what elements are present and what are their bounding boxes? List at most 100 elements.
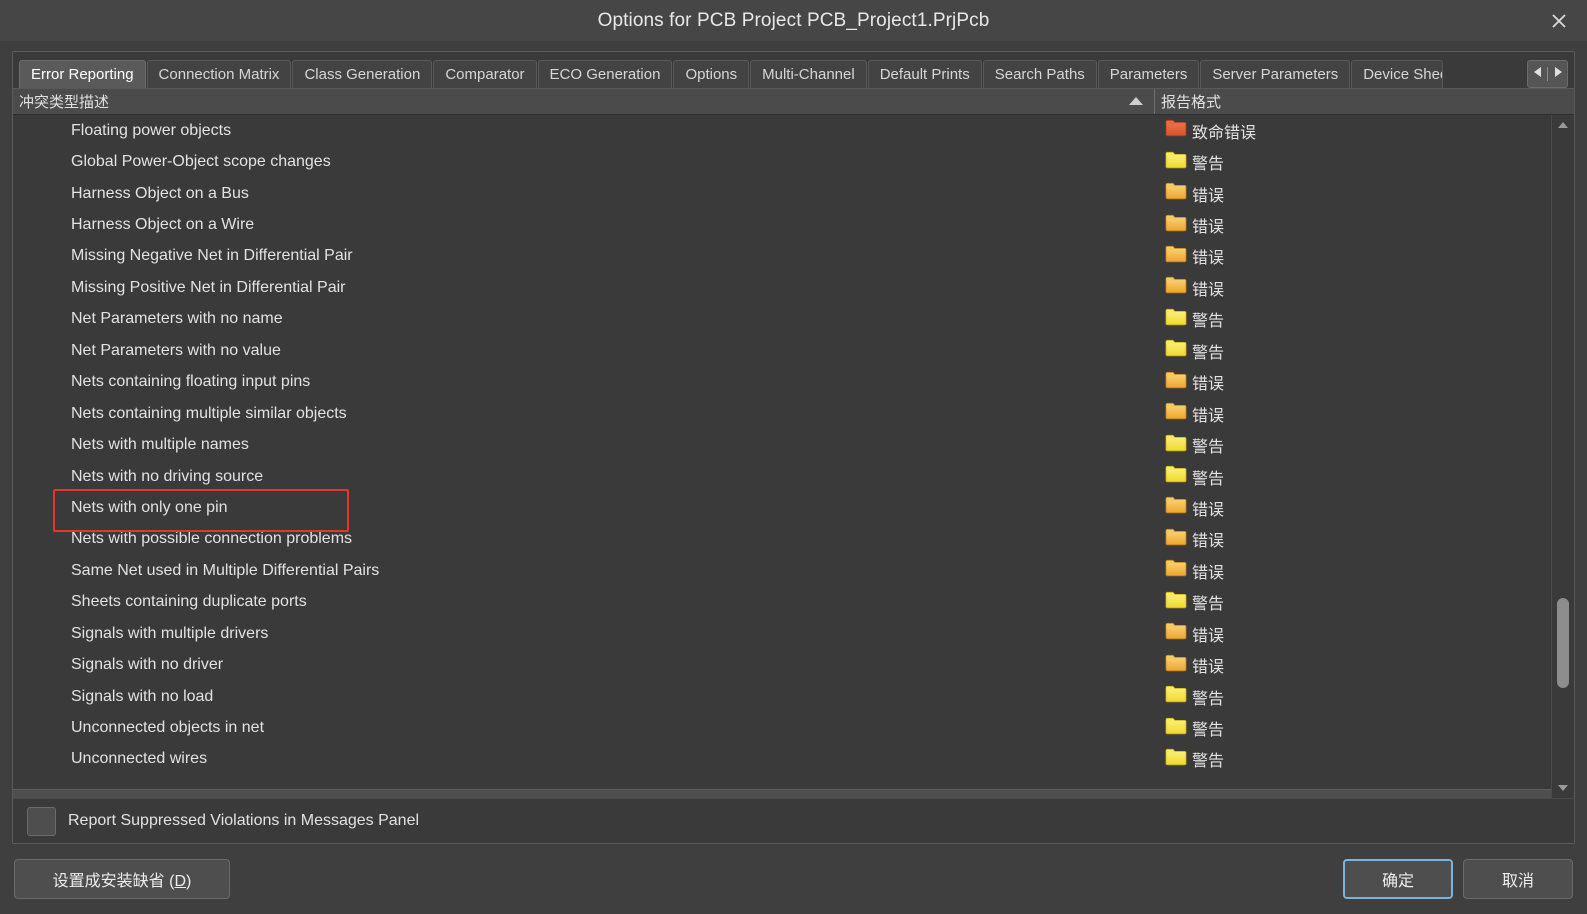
row-report-format-label: 警告 — [1192, 313, 1225, 331]
tab-scroll-left-button[interactable] — [1528, 61, 1547, 87]
tab-device-shee[interactable]: Device Shee — [1351, 60, 1444, 88]
grid-scroll-area: Floating power objects 致命错误 Global Power-O… — [13, 115, 1574, 798]
row-report-format-cell[interactable]: 错误 — [1155, 276, 1551, 300]
report-suppressed-violations-checkbox[interactable] — [27, 806, 56, 836]
row-violation-description: Missing Positive Net in Differential Pai… — [71, 278, 346, 296]
table-row[interactable]: Same Net used in Multiple Differential P… — [13, 555, 1551, 586]
ok-button[interactable]: 确定 — [1343, 859, 1453, 899]
table-row[interactable]: Nets with only one pin 错误 — [13, 492, 1551, 523]
row-violation-description: Harness Object on a Bus — [71, 184, 249, 202]
table-row[interactable]: Nets containing multiple similar objects… — [13, 398, 1551, 429]
folder-error-icon — [1165, 528, 1187, 551]
row-report-format-cell[interactable]: 错误 — [1155, 182, 1551, 206]
row-report-format-cell[interactable]: 错误 — [1155, 527, 1551, 551]
row-report-format-label: 错误 — [1192, 281, 1225, 299]
sort-ascending-icon — [1128, 93, 1144, 110]
row-report-format-cell[interactable]: 错误 — [1155, 244, 1551, 268]
row-violation-description: Unconnected wires — [71, 750, 208, 768]
row-report-format-label: 警告 — [1192, 753, 1225, 771]
table-row[interactable]: Signals with multiple drivers 错误 — [13, 618, 1551, 649]
table-row[interactable]: Nets with multiple names 警告 — [13, 429, 1551, 460]
tab-connection-matrix[interactable]: Connection Matrix — [146, 60, 292, 88]
dialog-action-buttons: 确定 取消 — [1343, 859, 1573, 899]
tab-search-paths[interactable]: Search Paths — [982, 60, 1097, 88]
table-row[interactable]: Floating power objects 致命错误 — [13, 115, 1551, 146]
folder-error-icon — [1165, 214, 1187, 237]
folder-warning-icon — [1165, 748, 1187, 771]
row-report-format-cell[interactable]: 错误 — [1155, 402, 1551, 426]
table-row[interactable]: Global Power-Object scope changes 警告 — [13, 146, 1551, 177]
row-violation-description: Signals with no load — [71, 687, 214, 705]
row-report-format-cell[interactable]: 警告 — [1155, 747, 1551, 771]
row-report-format-cell[interactable]: 致命错误 — [1155, 119, 1551, 143]
triangle-left-icon — [1533, 65, 1543, 83]
tab-scroll-right-button[interactable] — [1548, 61, 1567, 87]
table-row[interactable]: Missing Negative Net in Differential Pai… — [13, 241, 1551, 272]
table-row[interactable]: Missing Positive Net in Differential Pai… — [13, 272, 1551, 303]
row-report-format-cell[interactable]: 警告 — [1155, 716, 1551, 740]
table-row[interactable]: Signals with no driver 错误 — [13, 649, 1551, 680]
row-report-format-cell[interactable]: 错误 — [1155, 213, 1551, 237]
table-row[interactable]: Nets with possible connection problems 错误 — [13, 524, 1551, 555]
row-report-format-label: 错误 — [1192, 250, 1225, 268]
row-report-format-cell[interactable]: 错误 — [1155, 622, 1551, 646]
table-row[interactable]: Harness Object on a Bus 错误 — [13, 178, 1551, 209]
tab-parameters[interactable]: Parameters — [1097, 60, 1200, 88]
folder-warning-icon — [1165, 151, 1187, 174]
scrollbar-track[interactable] — [1552, 135, 1574, 778]
tab-multi-channel[interactable]: Multi-Channel — [750, 60, 867, 88]
folder-warning-icon — [1165, 717, 1187, 740]
row-violation-description: Same Net used in Multiple Differential P… — [71, 561, 380, 579]
vertical-scrollbar[interactable] — [1551, 115, 1574, 798]
table-row[interactable]: Harness Object on a Wire 错误 — [13, 209, 1551, 240]
row-report-format-cell[interactable]: 错误 — [1155, 370, 1551, 394]
row-report-format-cell[interactable]: 错误 — [1155, 559, 1551, 583]
tab-comparator[interactable]: Comparator — [433, 60, 537, 88]
table-row[interactable]: Net Parameters with no value 警告 — [13, 335, 1551, 366]
close-button[interactable] — [1531, 0, 1587, 41]
table-row[interactable]: Unconnected objects in net 警告 — [13, 712, 1551, 743]
folder-error-icon — [1165, 622, 1187, 645]
row-violation-description: Nets with multiple names — [71, 436, 249, 454]
table-row[interactable]: Net Parameters with no name 警告 — [13, 304, 1551, 335]
set-as-install-defaults-label: 设置成安装缺省 (D) — [52, 873, 192, 890]
triangle-down-icon — [1557, 779, 1569, 797]
tab-panel: Error Reporting Connection Matrix Class Ge… — [12, 51, 1575, 844]
folder-error-icon — [1165, 371, 1187, 394]
row-report-format-cell[interactable]: 警告 — [1155, 433, 1551, 457]
row-report-format-cell[interactable]: 错误 — [1155, 496, 1551, 520]
tab-scroll-controls[interactable] — [1527, 60, 1568, 88]
table-row[interactable]: Signals with no load 警告 — [13, 681, 1551, 712]
tab-server-parameters[interactable]: Server Parameters — [1200, 60, 1351, 88]
row-report-format-cell[interactable]: 警告 — [1155, 307, 1551, 331]
row-report-format-cell[interactable]: 错误 — [1155, 653, 1551, 677]
set-as-install-defaults-button[interactable]: 设置成安装缺省 (D) — [14, 859, 230, 899]
table-row[interactable]: Sheets containing duplicate ports 警告 — [13, 587, 1551, 618]
cancel-button[interactable]: 取消 — [1463, 859, 1573, 899]
row-violation-description: Net Parameters with no name — [71, 310, 283, 328]
row-violation-description: Nets containing multiple similar objects — [71, 404, 347, 422]
table-row[interactable]: Nets with no driving source 警告 — [13, 461, 1551, 492]
table-row[interactable]: Nets containing floating input pins 错误 — [13, 367, 1551, 398]
scrollbar-up-button[interactable] — [1552, 115, 1574, 135]
column-header-report-format[interactable]: 报告格式 — [1155, 89, 1574, 114]
tab-strip: Error Reporting Connection Matrix Class Ge… — [13, 52, 1574, 88]
row-report-format-cell[interactable]: 警告 — [1155, 465, 1551, 489]
column-header-violation-type[interactable]: 冲突类型描述 — [13, 89, 1155, 114]
grid-rows: Floating power objects 致命错误 Global Power-O… — [13, 115, 1551, 798]
row-violation-description: Signals with no driver — [71, 656, 224, 674]
tab-class-generation[interactable]: Class Generation — [292, 60, 433, 88]
tab-eco-generation[interactable]: ECO Generation — [537, 60, 673, 88]
row-report-format-cell[interactable]: 警告 — [1155, 590, 1551, 614]
table-row[interactable]: Unconnected wires 警告 — [13, 744, 1551, 775]
tab-error-reporting[interactable]: Error Reporting — [19, 60, 146, 88]
row-report-format-label: 警告 — [1192, 690, 1225, 708]
row-report-format-label: 致命错误 — [1192, 124, 1257, 142]
scrollbar-thumb[interactable] — [1557, 598, 1569, 688]
row-report-format-cell[interactable]: 警告 — [1155, 685, 1551, 709]
tab-default-prints[interactable]: Default Prints — [867, 60, 982, 88]
tab-options[interactable]: Options — [673, 60, 750, 88]
row-report-format-cell[interactable]: 警告 — [1155, 150, 1551, 174]
row-report-format-cell[interactable]: 警告 — [1155, 339, 1551, 363]
scrollbar-down-button[interactable] — [1552, 778, 1574, 798]
